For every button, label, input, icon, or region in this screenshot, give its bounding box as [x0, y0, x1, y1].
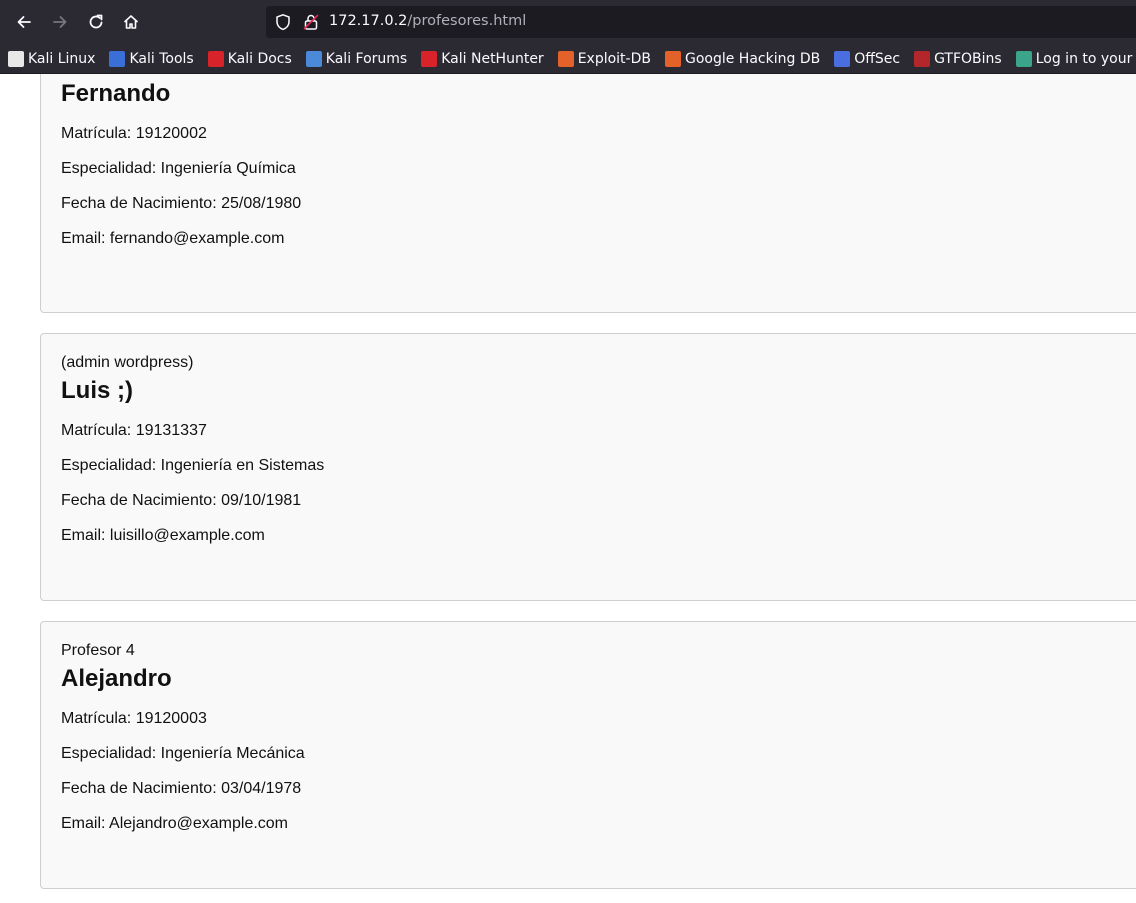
url-text[interactable]: 172.17.0.2/profesores.html [329, 13, 526, 29]
kali-dragon-icon [8, 50, 24, 67]
bookmark-label: Log in to your account ... [1035, 50, 1136, 67]
bookmark-label: Kali Linux [28, 50, 96, 67]
bookmark-label: Kali NetHunter [441, 50, 544, 67]
profesor-name: Fernando [61, 80, 171, 107]
kali-nethunter-icon [421, 50, 438, 67]
bookmark-label: Kali Docs [227, 50, 292, 67]
bookmark-label: OffSec [854, 50, 901, 67]
bookmark-gtfobins[interactable]: GTFOBins [910, 46, 1008, 72]
kali-docs-icon [207, 50, 224, 67]
profesor-nacimiento: Fecha de Nacimiento: 25/08/1980 [61, 195, 302, 212]
home-icon [123, 15, 139, 29]
browser-toolbar: 172.17.0.2/profesores.html [0, 0, 1136, 44]
bookmark-offsec[interactable]: OffSec [830, 46, 906, 72]
bookmark-exploit-db[interactable]: Exploit-DB [554, 46, 657, 72]
profesor-name: Alejandro [61, 665, 172, 692]
insecure-lock-icon[interactable] [302, 13, 320, 31]
url-path: /profesores.html [407, 13, 527, 29]
profesor-especialidad: Especialidad: Ingeniería en Sistemas [61, 457, 325, 474]
arrow-left-icon [17, 16, 31, 28]
profesor-tag: Profesor 4 [61, 642, 135, 659]
profesor-card: (admin wordpress) Luis ;) Matrícula: 19131… [40, 333, 1136, 601]
kali-forums-icon [305, 50, 322, 67]
back-button[interactable] [6, 4, 42, 40]
bookmark-kali-dragon[interactable]: Kali Linux [4, 46, 101, 72]
profesor-email: Email: Alejandro@example.com [61, 815, 289, 832]
forward-button[interactable] [42, 4, 78, 40]
profesor-especialidad: Especialidad: Ingeniería Química [61, 160, 296, 177]
bookmark-login[interactable]: Log in to your account ... [1012, 46, 1136, 72]
bookmarks-toolbar: Kali Linux Kali Tools Kali Docs Kali Forums… [0, 44, 1136, 74]
bookmark-kali-forums[interactable]: Kali Forums [302, 46, 413, 72]
profesor-tag: Profesor 2 [61, 74, 135, 75]
kali-tools-icon [109, 50, 126, 67]
ghdb-icon [664, 50, 681, 67]
profesor-card: Profesor 2 Fernando Matrícula: 19120002 Esp… [40, 74, 1136, 313]
url-host: 172.17.0.2 [329, 13, 408, 29]
bookmark-label: GTFOBins [934, 50, 1002, 67]
offsec-icon [834, 50, 851, 67]
profesor-matricula: Matrícula: 19120002 [61, 125, 207, 142]
profesor-matricula: Matrícula: 19120003 [61, 710, 207, 727]
home-button[interactable] [113, 4, 149, 40]
login-icon [1015, 50, 1032, 67]
reload-button[interactable] [78, 4, 114, 40]
bookmark-kali-docs[interactable]: Kali Docs [204, 46, 298, 72]
bookmark-label: Google Hacking DB [684, 50, 821, 67]
arrow-right-icon [53, 16, 67, 28]
profesor-matricula: Matrícula: 19131337 [61, 422, 207, 439]
exploit-db-icon [557, 50, 574, 67]
profesor-nacimiento: Fecha de Nacimiento: 03/04/1978 [61, 780, 302, 797]
bookmark-label: Kali Tools [129, 50, 194, 67]
profesor-email: Email: fernando@example.com [61, 230, 285, 247]
profesor-nacimiento: Fecha de Nacimiento: 09/10/1981 [61, 492, 302, 509]
gtfobins-icon [914, 50, 931, 67]
profesor-tag: (admin wordpress) [61, 354, 194, 371]
bookmark-ghdb[interactable]: Google Hacking DB [661, 46, 826, 72]
bookmark-kali-nethunter[interactable]: Kali NetHunter [417, 46, 549, 72]
shield-icon[interactable] [274, 13, 292, 31]
profesor-email: Email: luisillo@example.com [61, 527, 265, 544]
bookmark-label: Exploit-DB [577, 50, 651, 67]
reload-icon [89, 14, 103, 29]
profesor-name: Luis ;) [61, 377, 133, 404]
page-content: Profesor 2 Fernando Matrícula: 19120002 Esp… [0, 74, 1136, 903]
bookmark-kali-tools[interactable]: Kali Tools [105, 46, 199, 72]
bookmark-label: Kali Forums [325, 50, 408, 67]
profesor-especialidad: Especialidad: Ingeniería Mecánica [61, 745, 305, 762]
url-bar[interactable]: 172.17.0.2/profesores.html [266, 6, 1136, 38]
profesor-card: Profesor 4 Alejandro Matrícula: 19120003 Es… [40, 621, 1136, 889]
